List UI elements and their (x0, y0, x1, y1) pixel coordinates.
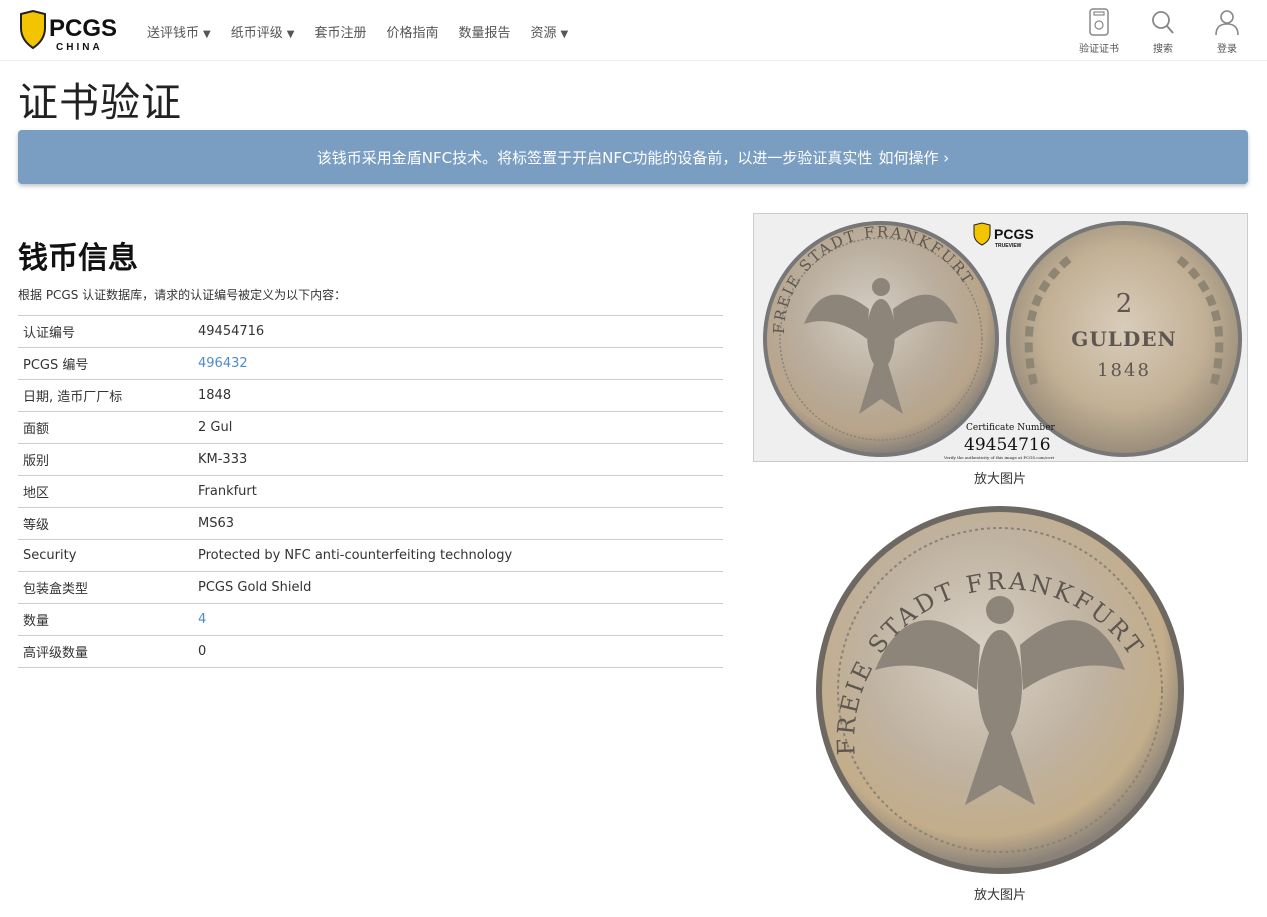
table-row: 高评级数量 0 (18, 635, 723, 668)
row-value: 2 Gul (198, 420, 233, 435)
logo-sub: CHINA (56, 42, 103, 52)
verify-cert-button[interactable]: 验证证书 (1077, 8, 1121, 55)
coin-info-table: 认证编号 49454716 PCGS 编号 496432 日期, 造币厂厂标 1848 面额… (18, 315, 723, 668)
cert-number-label: Certificate Number (966, 423, 1056, 433)
coin-info-intro: 根据 PCGS 认证数据库，请求的认证编号被定义为以下内容： (18, 288, 347, 302)
row-value: 4 (193, 604, 723, 636)
site-header: PCGS CHINA 送评钱币 ▼ 纸币评级 ▼ 套币注册 价格指南 数量报告 资源… (0, 0, 1267, 61)
coin-info-title: 钱币信息 (18, 241, 138, 276)
verify-cert-label: 验证证书 (1079, 44, 1119, 55)
pcgs-china-logo[interactable]: PCGS CHINA (18, 9, 118, 53)
trueview-denomination: 2 (1116, 289, 1133, 319)
cert-number-overlay: 49454716 (964, 435, 1051, 455)
row-label: 等级 (23, 518, 50, 533)
nav-resources[interactable]: 资源 ▼ (530, 22, 568, 41)
page-title: 证书验证 (18, 80, 182, 126)
login-label: 登录 (1217, 44, 1237, 55)
user-icon (1215, 10, 1239, 36)
row-label: 数量 (23, 614, 50, 629)
search-label: 搜索 (1153, 44, 1173, 55)
verify-note: Verify the authenticity of this image at… (943, 455, 1055, 460)
table-row: 等级 MS63 (18, 507, 723, 540)
logo-brand: PCGS (49, 15, 117, 42)
row-value: Frankfurt (198, 484, 257, 499)
row-label: 高评级数量 (23, 646, 89, 661)
row-label: PCGS 编号 (23, 358, 89, 373)
nav-set-registry[interactable]: 套币注册 (314, 22, 366, 41)
obverse-image[interactable]: FREIE STADT FRANKFURT (815, 505, 1185, 875)
row-value: KM-333 (198, 452, 248, 467)
table-row: 版别 KM-333 (18, 443, 723, 476)
trueview-year: 1848 (1097, 360, 1151, 381)
main-nav: 送评钱币 ▼ 纸币评级 ▼ 套币注册 价格指南 数量报告 资源 ▼ (147, 22, 568, 41)
row-value: 1848 (198, 388, 232, 403)
chevron-down-icon: ▼ (560, 29, 569, 40)
enlarge-trueview-link[interactable]: 放大图片 (940, 468, 1060, 487)
table-row: 认证编号 49454716 (18, 315, 723, 348)
nav-population-report[interactable]: 数量报告 (458, 22, 510, 41)
row-value-link[interactable]: 496432 (198, 356, 248, 371)
table-row: 地区 Frankfurt (18, 475, 723, 508)
nav-banknote-grading[interactable]: 纸币评级 ▼ (231, 22, 295, 41)
table-row: 包装盒类型 PCGS Gold Shield (18, 571, 723, 604)
row-value-link[interactable]: 4 (198, 612, 206, 627)
nav-price-guide[interactable]: 价格指南 (386, 22, 438, 41)
row-label: Security (23, 548, 77, 563)
search-button[interactable]: 搜索 (1141, 8, 1185, 55)
chevron-down-icon: ▼ (286, 29, 295, 40)
row-label: 认证编号 (23, 326, 76, 341)
search-icon (1152, 11, 1174, 34)
row-value: 496432 (193, 348, 723, 380)
login-button[interactable]: 登录 (1205, 8, 1249, 55)
row-value: 49454716 (198, 324, 265, 339)
header-tools: 验证证书 搜索 登录 (1077, 8, 1249, 55)
row-label: 面额 (23, 422, 50, 437)
certificate-icon (1089, 8, 1109, 36)
table-row: 日期, 造币厂厂标 1848 (18, 379, 723, 412)
nfc-banner-text: 该钱币采用金盾NFC技术。将标签置于开启NFC功能的设备前，以进一步验证真实性 (316, 148, 873, 167)
trueview-image[interactable]: FREIE STADT FRANKFURT 2 GULDEN 1848 PCGS… (753, 213, 1248, 462)
row-label: 地区 (23, 486, 50, 501)
trueview-badge: PCGS (994, 226, 1034, 242)
row-label: 包装盒类型 (23, 582, 89, 597)
nfc-banner: 该钱币采用金盾NFC技术。将标签置于开启NFC功能的设备前，以进一步验证真实性 … (18, 130, 1248, 184)
row-value: PCGS Gold Shield (198, 580, 312, 595)
chevron-down-icon: ▼ (203, 29, 211, 40)
row-value: MS63 (198, 516, 235, 531)
nfc-how-link[interactable]: 如何操作 › (878, 147, 949, 168)
nav-submit-coins[interactable]: 送评钱币 ▼ (147, 22, 211, 41)
table-row: PCGS 编号 496432 (18, 347, 723, 380)
table-row: 面额 2 Gul (18, 411, 723, 444)
row-value: 0 (198, 644, 207, 659)
table-row: 数量 4 (18, 603, 723, 636)
trueview-unit: GULDEN (1071, 327, 1176, 351)
row-label: 版别 (23, 454, 50, 469)
row-label: 日期, 造币厂厂标 (23, 390, 123, 405)
enlarge-obverse-link[interactable]: 放大图片 (940, 884, 1060, 903)
row-value: Protected by NFC anti-counterfeiting tec… (198, 548, 513, 563)
table-row: Security Protected by NFC anti-counterfei… (18, 539, 723, 572)
trueview-badge-sub: TRUEVIEW (995, 243, 1022, 249)
